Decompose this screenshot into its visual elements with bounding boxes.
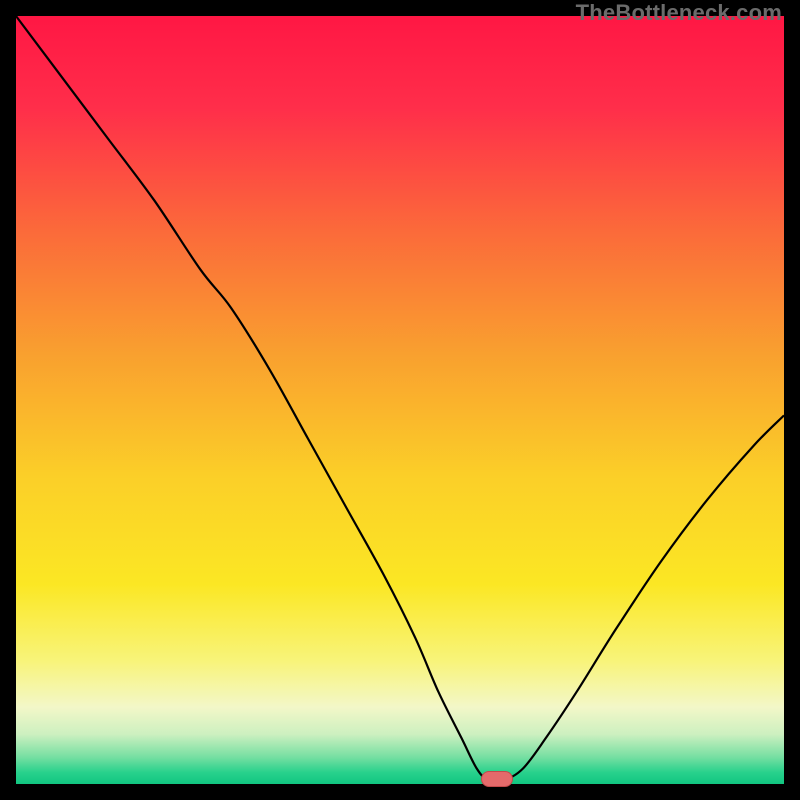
watermark-text: TheBottleneck.com bbox=[576, 0, 782, 26]
curve-path bbox=[16, 16, 784, 782]
plot-area bbox=[16, 16, 784, 784]
optimal-marker bbox=[481, 771, 513, 787]
chart-frame: TheBottleneck.com bbox=[0, 0, 800, 800]
bottleneck-curve bbox=[16, 16, 784, 784]
